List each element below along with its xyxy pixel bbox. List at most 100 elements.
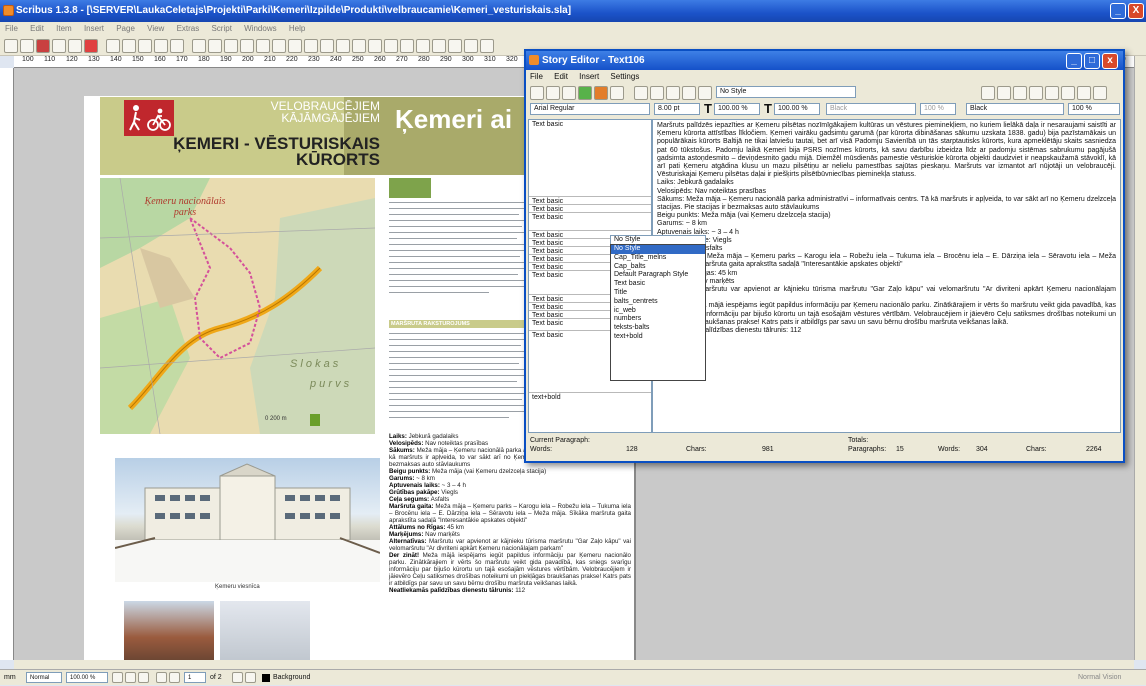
style-option[interactable]: No Style — [611, 245, 705, 254]
pdf-tools-icon[interactable] — [480, 39, 494, 53]
zoom-field[interactable]: 100.00 % — [66, 672, 108, 683]
menu-insert[interactable]: Insert — [84, 24, 104, 33]
se-fill-color[interactable]: Black — [966, 103, 1064, 115]
table-icon[interactable] — [240, 39, 254, 53]
se-outline-icon[interactable] — [1093, 86, 1107, 100]
undo-icon[interactable] — [106, 39, 120, 53]
select-tool-icon[interactable] — [192, 39, 206, 53]
view-mode-select[interactable]: Normal Vision — [1078, 670, 1121, 686]
style-option[interactable]: balts_centrets — [611, 298, 705, 307]
style-option[interactable]: text+bold — [611, 333, 705, 342]
paragraph-style-row[interactable]: text+bold — [529, 392, 651, 402]
copy-icon[interactable] — [154, 39, 168, 53]
zoom-in-icon[interactable] — [138, 672, 149, 683]
style-option[interactable]: Cap_balts — [611, 263, 705, 272]
paragraph-style-row[interactable]: Text basic — [529, 120, 651, 130]
se-maximize-button[interactable]: □ — [1084, 53, 1100, 69]
paste-icon[interactable] — [170, 39, 184, 53]
se-reload-icon[interactable] — [594, 86, 608, 100]
main-title-bar[interactable]: Scribus 1.3.8 - [\SERVER\LaukaCeletajs\P… — [0, 0, 1146, 22]
se-strike-icon[interactable] — [1077, 86, 1091, 100]
se-font-select[interactable]: Arial Regular — [530, 103, 650, 115]
cut-icon[interactable] — [138, 39, 152, 53]
se-menu-insert[interactable]: Insert — [579, 72, 599, 81]
zoom-icon[interactable] — [352, 39, 366, 53]
se-clear-icon[interactable] — [530, 86, 544, 100]
paragraph-style-row[interactable]: Text basic — [529, 212, 651, 222]
se-underline-words-icon[interactable] — [997, 86, 1011, 100]
text-frame-icon[interactable] — [208, 39, 222, 53]
zoom-100-icon[interactable] — [125, 672, 136, 683]
link-frames-icon[interactable] — [384, 39, 398, 53]
menu-edit[interactable]: Edit — [30, 24, 44, 33]
se-subscript-icon[interactable] — [1013, 86, 1027, 100]
story-editor-window[interactable]: Story Editor - Text106 _ □ x File Edit I… — [524, 49, 1125, 463]
menu-file[interactable]: File — [5, 24, 18, 33]
se-style-select[interactable]: No Style — [716, 86, 856, 98]
se-align-center-icon[interactable] — [650, 86, 664, 100]
vertical-scrollbar[interactable] — [1134, 56, 1146, 660]
first-page-icon[interactable] — [156, 672, 167, 683]
style-option[interactable]: numbers — [611, 315, 705, 324]
se-align-left-icon[interactable] — [634, 86, 648, 100]
menu-extras[interactable]: Extras — [177, 24, 200, 33]
unlink-frames-icon[interactable] — [400, 39, 414, 53]
open-icon[interactable] — [20, 39, 34, 53]
save-icon[interactable] — [36, 39, 50, 53]
se-search-replace-icon[interactable] — [610, 86, 624, 100]
horizontal-scrollbar[interactable] — [14, 660, 1134, 669]
line-icon[interactable] — [288, 39, 302, 53]
close-button[interactable]: X — [1128, 3, 1144, 19]
style-option[interactable]: teksts-balts — [611, 324, 705, 333]
bezier-icon[interactable] — [304, 39, 318, 53]
zoom-out-icon[interactable] — [112, 672, 123, 683]
eyedropper-icon[interactable] — [416, 39, 430, 53]
menu-view[interactable]: View — [147, 24, 164, 33]
style-option[interactable]: Default Paragraph Style — [611, 271, 705, 280]
rotate-icon[interactable] — [336, 39, 350, 53]
last-page-icon[interactable] — [245, 672, 256, 683]
se-smallcaps-icon[interactable] — [1061, 86, 1075, 100]
se-load-icon[interactable] — [546, 86, 560, 100]
menu-windows[interactable]: Windows — [244, 24, 276, 33]
story-editor-title-bar[interactable]: Story Editor - Text106 _ □ x — [526, 51, 1123, 70]
style-option[interactable]: Title — [611, 289, 705, 298]
se-align-block-icon[interactable] — [682, 86, 696, 100]
se-update-frame-icon[interactable] — [578, 86, 592, 100]
measure-icon[interactable] — [432, 39, 446, 53]
se-menu-file[interactable]: File — [530, 72, 543, 81]
menu-script[interactable]: Script — [211, 24, 231, 33]
se-align-right-icon[interactable] — [666, 86, 680, 100]
text-tool-icon[interactable] — [464, 39, 478, 53]
se-fill-shade[interactable]: 100 % — [1068, 103, 1120, 115]
se-stroke-shade[interactable]: 100 % — [920, 103, 956, 115]
se-allcaps-icon[interactable] — [1045, 86, 1059, 100]
menu-page[interactable]: Page — [116, 24, 135, 33]
close-doc-icon[interactable] — [52, 39, 66, 53]
story-text-area[interactable]: Maršruts palīdzēs iepazīties ar Ķemeru p… — [652, 119, 1121, 433]
menu-help[interactable]: Help — [289, 24, 305, 33]
freehand-icon[interactable] — [320, 39, 334, 53]
image-frame-icon[interactable] — [224, 39, 238, 53]
new-document-icon[interactable] — [4, 39, 18, 53]
se-minimize-button[interactable]: _ — [1066, 53, 1082, 69]
redo-icon[interactable] — [122, 39, 136, 53]
se-menu-edit[interactable]: Edit — [554, 72, 568, 81]
layer-select[interactable]: Background — [273, 670, 310, 686]
se-save-icon[interactable] — [562, 86, 576, 100]
copy-properties-icon[interactable] — [448, 39, 462, 53]
mode-select[interactable]: Normal — [26, 672, 62, 683]
se-width-scale[interactable]: 100.00 % — [714, 103, 760, 115]
shape-icon[interactable] — [256, 39, 270, 53]
print-icon[interactable] — [68, 39, 82, 53]
se-align-forced-icon[interactable] — [698, 86, 712, 100]
menu-item[interactable]: Item — [56, 24, 72, 33]
se-font-size[interactable]: 8.00 pt — [654, 103, 700, 115]
unit-select[interactable]: mm — [4, 670, 16, 686]
next-page-icon[interactable] — [232, 672, 243, 683]
se-height-scale[interactable]: 100.00 % — [774, 103, 820, 115]
style-option[interactable]: Text basic — [611, 280, 705, 289]
polygon-icon[interactable] — [272, 39, 286, 53]
se-underline-icon[interactable] — [981, 86, 995, 100]
minimize-button[interactable]: _ — [1110, 3, 1126, 19]
